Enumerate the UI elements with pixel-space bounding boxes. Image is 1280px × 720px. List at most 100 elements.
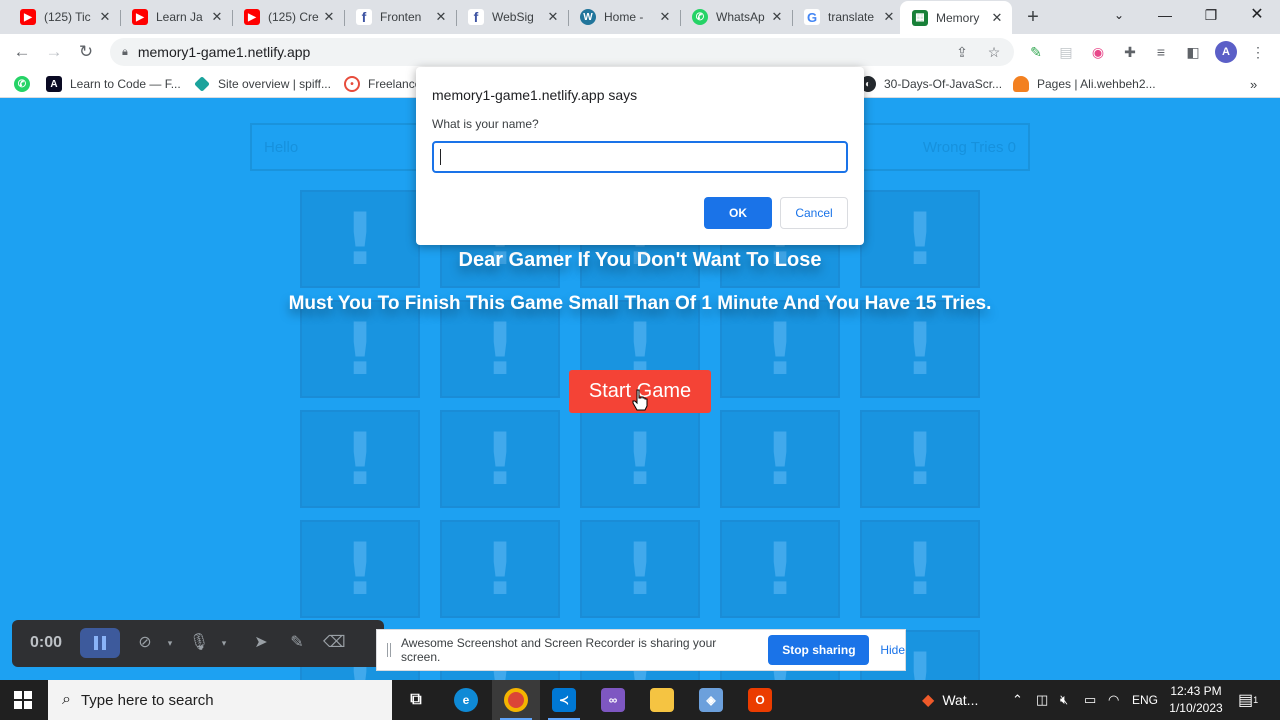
- colorzilla-extension-icon[interactable]: ◉: [1087, 41, 1109, 63]
- memory-card[interactable]: !: [860, 190, 980, 288]
- taskbar-visual-studio[interactable]: ∞: [589, 680, 637, 720]
- pointer-icon[interactable]: ➤: [250, 632, 272, 654]
- memory-card[interactable]: !: [860, 410, 980, 508]
- windows-taskbar: ⌕ Type here to search ⧉ e ≺ ∞ ◈ O ◆ Wat.…: [0, 680, 1280, 720]
- side-panel-icon[interactable]: ◧: [1182, 41, 1204, 63]
- forward-button[interactable]: →: [42, 40, 66, 64]
- close-icon[interactable]: ✕: [546, 9, 560, 25]
- tab-wordpress[interactable]: W Home - ✕: [568, 5, 680, 29]
- eraser-icon[interactable]: ⌫: [323, 632, 346, 654]
- minimize-button[interactable]: —: [1142, 0, 1188, 32]
- share-icon[interactable]: ⇪: [952, 42, 972, 62]
- tab-memory-active[interactable]: ▦ Memory ✕: [900, 1, 1012, 34]
- language-indicator[interactable]: ENG: [1132, 680, 1158, 720]
- eyedropper-extension-icon[interactable]: ✎: [1025, 41, 1047, 63]
- tab-title: (125) Tic: [44, 10, 91, 24]
- memory-card[interactable]: !: [580, 520, 700, 618]
- restore-button[interactable]: ❐: [1188, 0, 1234, 32]
- new-tab-button[interactable]: +: [1022, 6, 1044, 28]
- clock-date: 1/10/2023: [1169, 701, 1223, 715]
- close-icon[interactable]: ✕: [770, 9, 784, 25]
- memory-card[interactable]: !: [440, 410, 560, 508]
- tab-youtube-3[interactable]: ▶ (125) Cre ✕: [232, 5, 344, 29]
- cancel-button[interactable]: Cancel: [780, 197, 848, 229]
- drag-handle-icon[interactable]: [387, 643, 391, 657]
- diamond-icon: [194, 76, 210, 92]
- tab-websight[interactable]: f WebSig ✕: [456, 5, 568, 29]
- bookmark-30-days-js[interactable]: ◐ 30-Days-Of-JavaScr...: [860, 75, 1002, 93]
- memory-card[interactable]: !: [440, 520, 560, 618]
- pen-icon[interactable]: ✎: [286, 632, 308, 654]
- memory-card[interactable]: !: [580, 410, 700, 508]
- close-icon[interactable]: ✕: [210, 9, 224, 25]
- windows-start-icon[interactable]: [14, 691, 32, 709]
- screen-sharing-bar: Awesome Screenshot and Screen Recorder i…: [376, 629, 906, 671]
- wrong-tries-value: 0: [1007, 138, 1016, 156]
- close-icon[interactable]: ✕: [434, 9, 448, 25]
- chevron-down-icon[interactable]: ▾: [213, 632, 235, 654]
- menu-kebab-icon[interactable]: ⋮: [1247, 41, 1269, 63]
- show-hidden-icons-chevron-icon[interactable]: ⌃: [1012, 680, 1023, 720]
- taskbar-app-cube[interactable]: ◈: [687, 680, 735, 720]
- pause-button[interactable]: [80, 628, 120, 658]
- name-input[interactable]: [432, 141, 848, 173]
- bookmark-freecodecamp[interactable]: A Learn to Code — F...: [46, 75, 181, 93]
- bookmarks-overflow-chevron-icon[interactable]: »: [1250, 75, 1257, 93]
- tab-youtube-1[interactable]: ▶ (125) Tic ✕: [8, 5, 120, 29]
- taskbar-office[interactable]: O: [736, 680, 784, 720]
- ok-button[interactable]: OK: [704, 197, 772, 229]
- media-control-icon[interactable]: ≡: [1150, 41, 1172, 63]
- memory-card[interactable]: !: [300, 520, 420, 618]
- bookmark-star-icon[interactable]: ☆: [984, 42, 1004, 62]
- microphone-off-icon[interactable]: 🎙︎: [188, 632, 210, 654]
- taskbar-file-explorer[interactable]: [638, 680, 686, 720]
- tab-frontend[interactable]: f Fronten ✕: [344, 5, 456, 29]
- lock-icon[interactable]: 🔒︎: [122, 46, 128, 59]
- tab-title: Home -: [604, 10, 644, 24]
- puzzle-extensions-icon[interactable]: ✚: [1119, 41, 1141, 63]
- extension-icon[interactable]: ▤: [1055, 41, 1077, 63]
- close-icon[interactable]: ✕: [882, 9, 896, 25]
- close-window-button[interactable]: ✕: [1234, 0, 1280, 32]
- back-button[interactable]: ←: [10, 40, 34, 64]
- memory-card[interactable]: !: [300, 410, 420, 508]
- memory-card[interactable]: !: [860, 520, 980, 618]
- close-icon[interactable]: ✕: [322, 9, 336, 25]
- volume-muted-icon[interactable]: 🔇︎: [1060, 680, 1068, 720]
- stop-sharing-button[interactable]: Stop sharing: [768, 635, 870, 665]
- battery-icon[interactable]: ▭: [1084, 680, 1096, 720]
- bookmark-cloudflare-pages[interactable]: Pages | Ali.wehbeh2...: [1013, 75, 1156, 93]
- memory-card[interactable]: !: [720, 410, 840, 508]
- tab-translate[interactable]: G translate ✕: [792, 5, 904, 29]
- camera-off-icon[interactable]: ⊘: [134, 632, 156, 654]
- taskbar-search-box[interactable]: ⌕ Type here to search: [48, 680, 392, 720]
- weather-widget[interactable]: ◆ Wat...: [922, 680, 978, 720]
- tab-search-button[interactable]: ⌄: [1096, 0, 1142, 32]
- close-icon[interactable]: ✕: [658, 9, 672, 25]
- reload-button[interactable]: ↻: [74, 40, 98, 64]
- url-text[interactable]: memory1-game1.netlify.app: [138, 44, 310, 60]
- task-view-button[interactable]: ⧉: [392, 680, 440, 720]
- close-icon[interactable]: ✕: [990, 10, 1004, 26]
- notifications-icon[interactable]: ▤ 1: [1238, 680, 1258, 720]
- hide-button[interactable]: Hide: [880, 643, 905, 657]
- bookmark-whatsapp[interactable]: ✆: [14, 75, 38, 93]
- taskbar-edge[interactable]: e: [442, 680, 490, 720]
- memory-card[interactable]: !: [300, 190, 420, 288]
- tab-youtube-2[interactable]: ▶ Learn Ja ✕: [120, 5, 232, 29]
- camera-tray-icon[interactable]: ◫: [1036, 680, 1048, 720]
- chevron-down-icon[interactable]: ▾: [159, 632, 181, 654]
- memory-card[interactable]: !: [720, 520, 840, 618]
- close-icon[interactable]: ✕: [98, 9, 112, 25]
- taskbar-vscode[interactable]: ≺: [540, 680, 588, 720]
- tab-whatsapp[interactable]: ✆ WhatsAp ✕: [680, 5, 792, 29]
- profile-avatar[interactable]: A: [1215, 41, 1237, 63]
- bookmark-spiff[interactable]: Site overview | spiff...: [194, 75, 331, 93]
- address-bar[interactable]: 🔒︎ memory1-game1.netlify.app ⇪ ☆: [110, 38, 1014, 66]
- browser-toolbar: ← → ↻ 🔒︎ memory1-game1.netlify.app ⇪ ☆ ✎…: [0, 34, 1280, 70]
- taskbar-chrome[interactable]: [492, 680, 540, 720]
- bookmark-freelance[interactable]: • Freelance: [344, 75, 421, 93]
- weather-icon: ◆: [922, 692, 935, 709]
- wifi-icon[interactable]: ◠: [1108, 680, 1119, 720]
- system-clock[interactable]: 12:43 PM 1/10/2023: [1163, 683, 1229, 717]
